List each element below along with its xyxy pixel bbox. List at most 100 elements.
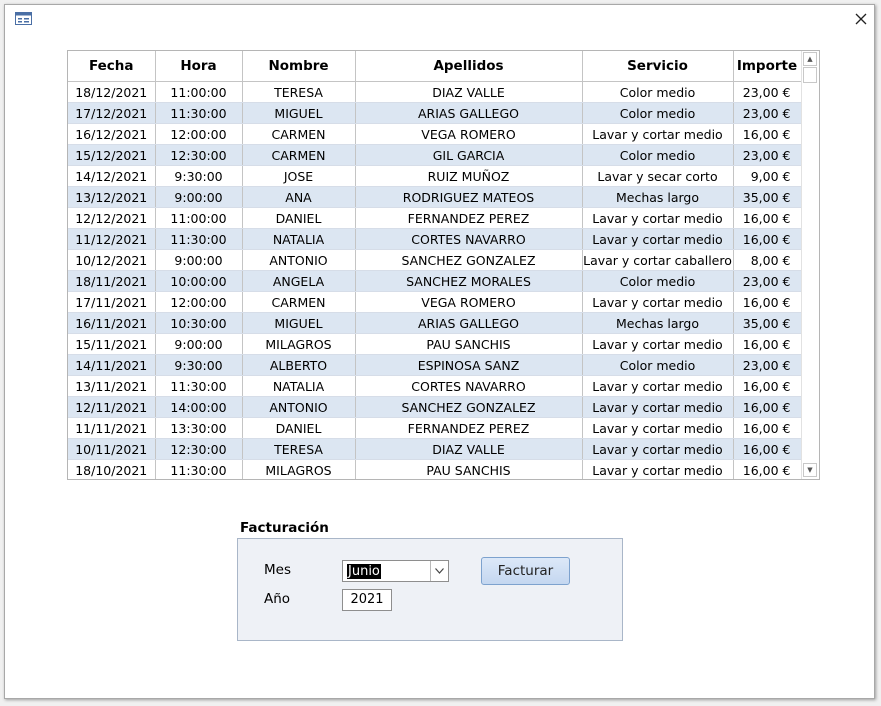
cell-apellidos[interactable]: RUIZ MUÑOZ <box>355 165 583 187</box>
cell-fecha[interactable]: 15/11/2021 <box>68 333 156 355</box>
table-row[interactable]: 18/12/2021 11:00:00 TERESA DIAZ VALLE Color … <box>68 81 802 103</box>
cell-fecha[interactable]: 15/12/2021 <box>68 144 156 166</box>
cell-importe[interactable]: 16,00 € <box>733 228 802 250</box>
cell-hora[interactable]: 11:00:00 <box>155 207 243 229</box>
cell-importe[interactable]: 16,00 € <box>733 438 802 460</box>
table-row[interactable]: 12/12/2021 11:00:00 DANIEL FERNANDEZ PEREZ L… <box>68 207 802 229</box>
table-row[interactable]: 17/11/2021 12:00:00 CARMEN VEGA ROMERO Lavar… <box>68 291 802 313</box>
cell-nombre[interactable]: ANGELA <box>242 270 356 292</box>
cell-nombre[interactable]: MIGUEL <box>242 312 356 334</box>
cell-hora[interactable]: 11:30:00 <box>155 228 243 250</box>
cell-fecha[interactable]: 13/11/2021 <box>68 375 156 397</box>
cell-hora[interactable]: 10:00:00 <box>155 270 243 292</box>
column-header-hora[interactable]: Hora <box>155 51 243 82</box>
column-header-importe[interactable]: Importe <box>733 51 802 82</box>
cell-servicio[interactable]: Lavar y cortar medio <box>582 396 734 418</box>
cell-apellidos[interactable]: FERNANDEZ PEREZ <box>355 417 583 439</box>
cell-nombre[interactable]: ANA <box>242 186 356 208</box>
cell-servicio[interactable]: Lavar y cortar medio <box>582 417 734 439</box>
table-row[interactable]: 17/12/2021 11:30:00 MIGUEL ARIAS GALLEGO Col… <box>68 102 802 124</box>
cell-servicio[interactable]: Color medio <box>582 102 734 124</box>
cell-hora[interactable]: 12:30:00 <box>155 438 243 460</box>
cell-fecha[interactable]: 16/12/2021 <box>68 123 156 145</box>
table-row[interactable]: 16/12/2021 12:00:00 CARMEN VEGA ROMERO Lavar… <box>68 123 802 145</box>
cell-servicio[interactable]: Lavar y cortar medio <box>582 438 734 460</box>
cell-fecha[interactable]: 14/11/2021 <box>68 354 156 376</box>
cell-importe[interactable]: 35,00 € <box>733 186 802 208</box>
cell-fecha[interactable]: 13/12/2021 <box>68 186 156 208</box>
table-row[interactable]: 10/12/2021 9:00:00 ANTONIO SANCHEZ GONZALEZ… <box>68 249 802 271</box>
cell-nombre[interactable]: JOSE <box>242 165 356 187</box>
cell-apellidos[interactable]: CORTES NAVARRO <box>355 375 583 397</box>
cell-servicio[interactable]: Lavar y secar corto <box>582 165 734 187</box>
cell-importe[interactable]: 16,00 € <box>733 207 802 229</box>
cell-hora[interactable]: 12:00:00 <box>155 291 243 313</box>
cell-nombre[interactable]: ANTONIO <box>242 396 356 418</box>
table-row[interactable]: 15/12/2021 12:30:00 CARMEN GIL GARCIA Color … <box>68 144 802 166</box>
cell-fecha[interactable]: 17/12/2021 <box>68 102 156 124</box>
cell-apellidos[interactable]: ESPINOSA SANZ <box>355 354 583 376</box>
month-combobox[interactable]: Junio <box>342 560 449 582</box>
close-button[interactable] <box>850 9 872 29</box>
cell-importe[interactable]: 35,00 € <box>733 312 802 334</box>
cell-servicio[interactable]: Color medio <box>582 144 734 166</box>
cell-apellidos[interactable]: ARIAS GALLEGO <box>355 102 583 124</box>
cell-servicio[interactable]: Lavar y cortar caballero <box>582 249 734 271</box>
cell-nombre[interactable]: CARMEN <box>242 123 356 145</box>
cell-hora[interactable]: 9:30:00 <box>155 165 243 187</box>
cell-fecha[interactable]: 14/12/2021 <box>68 165 156 187</box>
cell-nombre[interactable]: ALBERTO <box>242 354 356 376</box>
table-row[interactable]: 18/10/2021 11:30:00 MILAGROS PAU SANCHIS Lav… <box>68 459 802 479</box>
cell-apellidos[interactable]: FERNANDEZ PEREZ <box>355 207 583 229</box>
cell-servicio[interactable]: Lavar y cortar medio <box>582 375 734 397</box>
cell-nombre[interactable]: CARMEN <box>242 291 356 313</box>
appointments-datasheet[interactable]: Fecha Hora Nombre Apellidos Servicio Imp… <box>67 50 820 480</box>
cell-apellidos[interactable]: DIAZ VALLE <box>355 438 583 460</box>
cell-nombre[interactable]: NATALIA <box>242 228 356 250</box>
cell-hora[interactable]: 9:00:00 <box>155 249 243 271</box>
cell-nombre[interactable]: CARMEN <box>242 144 356 166</box>
cell-nombre[interactable]: ANTONIO <box>242 249 356 271</box>
table-row[interactable]: 12/11/2021 14:00:00 ANTONIO SANCHEZ GONZALE… <box>68 396 802 418</box>
cell-fecha[interactable]: 10/11/2021 <box>68 438 156 460</box>
table-row[interactable]: 13/11/2021 11:30:00 NATALIA CORTES NAVARRO L… <box>68 375 802 397</box>
table-row[interactable]: 14/11/2021 9:30:00 ALBERTO ESPINOSA SANZ Col… <box>68 354 802 376</box>
cell-servicio[interactable]: Lavar y cortar medio <box>582 333 734 355</box>
cell-fecha[interactable]: 18/12/2021 <box>68 81 156 103</box>
cell-apellidos[interactable]: VEGA ROMERO <box>355 123 583 145</box>
vertical-scrollbar[interactable]: ▲ ▼ <box>801 51 819 479</box>
cell-hora[interactable]: 9:30:00 <box>155 354 243 376</box>
cell-importe[interactable]: 8,00 € <box>733 249 802 271</box>
column-header-fecha[interactable]: Fecha <box>68 51 156 82</box>
cell-fecha[interactable]: 17/11/2021 <box>68 291 156 313</box>
cell-servicio[interactable]: Mechas largo <box>582 312 734 334</box>
cell-importe[interactable]: 23,00 € <box>733 270 802 292</box>
table-row[interactable]: 18/11/2021 10:00:00 ANGELA SANCHEZ MORALES C… <box>68 270 802 292</box>
cell-apellidos[interactable]: PAU SANCHIS <box>355 459 583 479</box>
cell-hora[interactable]: 14:00:00 <box>155 396 243 418</box>
cell-importe[interactable]: 16,00 € <box>733 291 802 313</box>
cell-nombre[interactable]: MILAGROS <box>242 333 356 355</box>
table-row[interactable]: 14/12/2021 9:30:00 JOSE RUIZ MUÑOZ Lavar y s… <box>68 165 802 187</box>
cell-hora[interactable]: 9:00:00 <box>155 333 243 355</box>
cell-servicio[interactable]: Lavar y cortar medio <box>582 123 734 145</box>
cell-hora[interactable]: 13:30:00 <box>155 417 243 439</box>
cell-fecha[interactable]: 11/11/2021 <box>68 417 156 439</box>
cell-servicio[interactable]: Lavar y cortar medio <box>582 459 734 479</box>
cell-hora[interactable]: 12:30:00 <box>155 144 243 166</box>
cell-hora[interactable]: 10:30:00 <box>155 312 243 334</box>
cell-importe[interactable]: 16,00 € <box>733 333 802 355</box>
cell-fecha[interactable]: 11/12/2021 <box>68 228 156 250</box>
cell-hora[interactable]: 11:30:00 <box>155 375 243 397</box>
cell-apellidos[interactable]: PAU SANCHIS <box>355 333 583 355</box>
cell-fecha[interactable]: 12/12/2021 <box>68 207 156 229</box>
cell-apellidos[interactable]: SANCHEZ GONZALEZ <box>355 249 583 271</box>
cell-apellidos[interactable]: CORTES NAVARRO <box>355 228 583 250</box>
table-row[interactable]: 16/11/2021 10:30:00 MIGUEL ARIAS GALLEGO Mec… <box>68 312 802 334</box>
facturar-button[interactable]: Facturar <box>481 557 570 585</box>
cell-hora[interactable]: 11:30:00 <box>155 102 243 124</box>
cell-fecha[interactable]: 12/11/2021 <box>68 396 156 418</box>
year-field[interactable]: 2021 <box>342 589 392 611</box>
cell-nombre[interactable]: TERESA <box>242 438 356 460</box>
cell-hora[interactable]: 11:30:00 <box>155 459 243 479</box>
